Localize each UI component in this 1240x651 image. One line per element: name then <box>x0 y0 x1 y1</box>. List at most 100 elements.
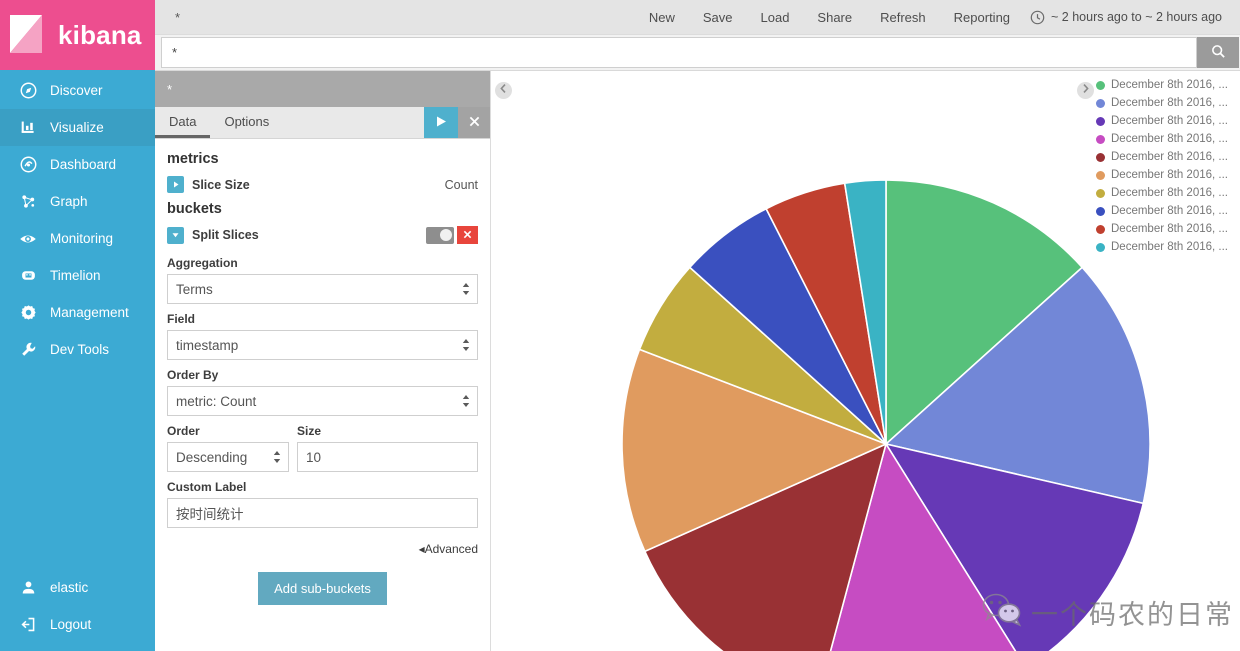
sidebar-item-dev-tools[interactable]: Dev Tools <box>0 331 155 368</box>
kibana-logo-icon <box>8 13 48 57</box>
legend-color-dot <box>1096 242 1105 252</box>
order-by-select[interactable] <box>167 386 478 416</box>
save-button[interactable]: Save <box>689 0 747 35</box>
kibana-brand[interactable]: kibana <box>0 0 155 70</box>
sidebar-item-label: Timelion <box>50 268 101 283</box>
sidebar-item-visualize[interactable]: Visualize <box>0 109 155 146</box>
add-subbuckets-row: Add sub-buckets <box>167 572 478 605</box>
graph-nodes-icon <box>19 193 37 211</box>
sidebar-item-graph[interactable]: Graph <box>0 183 155 220</box>
legend-item[interactable]: December 8th 2016, ... <box>1096 221 1240 237</box>
sidebar-item-label: Graph <box>50 194 88 209</box>
legend-label: December 8th 2016, ... <box>1111 223 1228 235</box>
advanced-toggle[interactable]: ◂Advanced <box>419 542 478 556</box>
collapse-editor-button[interactable] <box>495 82 512 99</box>
metric-slice-size-row[interactable]: Slice Size Count <box>167 173 478 197</box>
field-label: Field <box>167 312 196 326</box>
share-button[interactable]: Share <box>803 0 866 35</box>
buckets-heading: buckets <box>167 201 222 217</box>
caret-right-icon[interactable] <box>167 176 184 193</box>
legend-item[interactable]: December 8th 2016, ... <box>1096 185 1240 201</box>
legend-color-dot <box>1096 80 1105 90</box>
size-column: Size <box>297 416 478 472</box>
sidebar-item-discover[interactable]: Discover <box>0 72 155 109</box>
bucket-enable-toggle[interactable] <box>426 226 454 244</box>
chevron-right-circle-icon <box>1079 82 1092 100</box>
legend-label: December 8th 2016, ... <box>1111 205 1228 217</box>
legend-label: December 8th 2016, ... <box>1111 187 1228 199</box>
legend-item[interactable]: December 8th 2016, ... <box>1096 77 1240 93</box>
eye-icon <box>19 230 37 248</box>
new-button[interactable]: New <box>635 0 689 35</box>
brand-name: kibana <box>58 19 142 50</box>
aggregation-select-wrap <box>167 274 478 304</box>
legend-item[interactable]: December 8th 2016, ... <box>1096 239 1240 255</box>
search-input[interactable] <box>161 37 1197 68</box>
legend-item[interactable]: December 8th 2016, ... <box>1096 131 1240 147</box>
aggregation-select[interactable] <box>167 274 478 304</box>
toggle-knob <box>440 229 452 241</box>
reporting-button[interactable]: Reporting <box>940 0 1024 35</box>
field-select[interactable] <box>167 330 478 360</box>
sidebar-item-logout[interactable]: Logout <box>0 606 155 643</box>
sidebar-item-label: Dashboard <box>50 157 117 172</box>
main-column: * New Save Load Share Refresh Reporting … <box>155 0 1240 651</box>
size-input[interactable] <box>297 442 478 472</box>
discard-changes-button[interactable] <box>458 107 490 138</box>
legend-color-dot <box>1096 134 1105 144</box>
legend-item[interactable]: December 8th 2016, ... <box>1096 113 1240 129</box>
close-icon <box>469 114 480 131</box>
sidebar-item-elastic-user[interactable]: elastic <box>0 569 155 606</box>
refresh-button[interactable]: Refresh <box>866 0 940 35</box>
advanced-label: Advanced <box>424 542 478 556</box>
close-icon <box>463 228 472 242</box>
index-pattern-bar[interactable]: * <box>155 71 490 107</box>
metrics-heading: metrics <box>167 151 219 167</box>
order-label: Order <box>167 424 200 438</box>
legend-item[interactable]: December 8th 2016, ... <box>1096 149 1240 165</box>
sidebar-item-monitoring[interactable]: Monitoring <box>0 220 155 257</box>
query-bar <box>155 35 1240 71</box>
load-button[interactable]: Load <box>747 0 804 35</box>
legend-item[interactable]: December 8th 2016, ... <box>1096 203 1240 219</box>
caret-down-icon[interactable] <box>167 226 184 244</box>
play-icon <box>435 115 447 131</box>
field-select-wrap <box>167 330 478 360</box>
bucket-split-slices-row[interactable]: Split Slices <box>167 223 478 248</box>
search-submit-button[interactable] <box>1197 37 1239 68</box>
collapse-legend-button[interactable] <box>1077 82 1094 99</box>
editor-body: metrics Slice Size Count buckets Split S… <box>155 139 490 651</box>
visualization-editor-panel: * Data Options metrics Slice Size Count … <box>155 71 491 651</box>
time-range-picker[interactable]: ~ 2 hours ago to ~ 2 hours ago <box>1024 10 1232 25</box>
custom-label-input[interactable] <box>167 498 478 528</box>
metric-label: Slice Size <box>192 177 250 192</box>
metric-value: Count <box>444 177 478 192</box>
remove-bucket-button[interactable] <box>457 226 478 244</box>
legend-color-dot <box>1096 224 1105 234</box>
tab-options[interactable]: Options <box>210 107 283 138</box>
logout-icon <box>19 616 37 634</box>
legend-item[interactable]: December 8th 2016, ... <box>1096 167 1240 183</box>
apply-changes-button[interactable] <box>424 107 458 138</box>
search-icon <box>1211 44 1226 62</box>
sidebar-item-label: Logout <box>50 617 92 632</box>
legend-item[interactable]: December 8th 2016, ... <box>1096 95 1240 111</box>
sidebar-item-label: Visualize <box>50 120 104 135</box>
time-range-label: ~ 2 hours ago to ~ 2 hours ago <box>1051 10 1222 24</box>
sidebar-item-dashboard[interactable]: Dashboard <box>0 146 155 183</box>
sidebar-item-timelion[interactable]: Timelion <box>0 257 155 294</box>
order-by-label: Order By <box>167 368 219 382</box>
tab-data[interactable]: Data <box>155 107 211 138</box>
sidebar-item-label: Management <box>50 305 129 320</box>
sidebar-bottom-nav: elastic Logout <box>0 567 155 651</box>
timelion-icon <box>19 267 37 285</box>
add-sub-buckets-button[interactable]: Add sub-buckets <box>258 572 387 605</box>
legend-color-dot <box>1096 98 1105 108</box>
wrench-icon <box>19 341 37 359</box>
legend-label: December 8th 2016, ... <box>1111 169 1228 181</box>
order-select[interactable] <box>167 442 289 472</box>
chevron-left-circle-icon <box>497 82 510 100</box>
top-toolbar-actions: New Save Load Share Refresh Reporting ~ … <box>635 0 1240 35</box>
user-icon <box>19 579 37 597</box>
sidebar-item-management[interactable]: Management <box>0 294 155 331</box>
